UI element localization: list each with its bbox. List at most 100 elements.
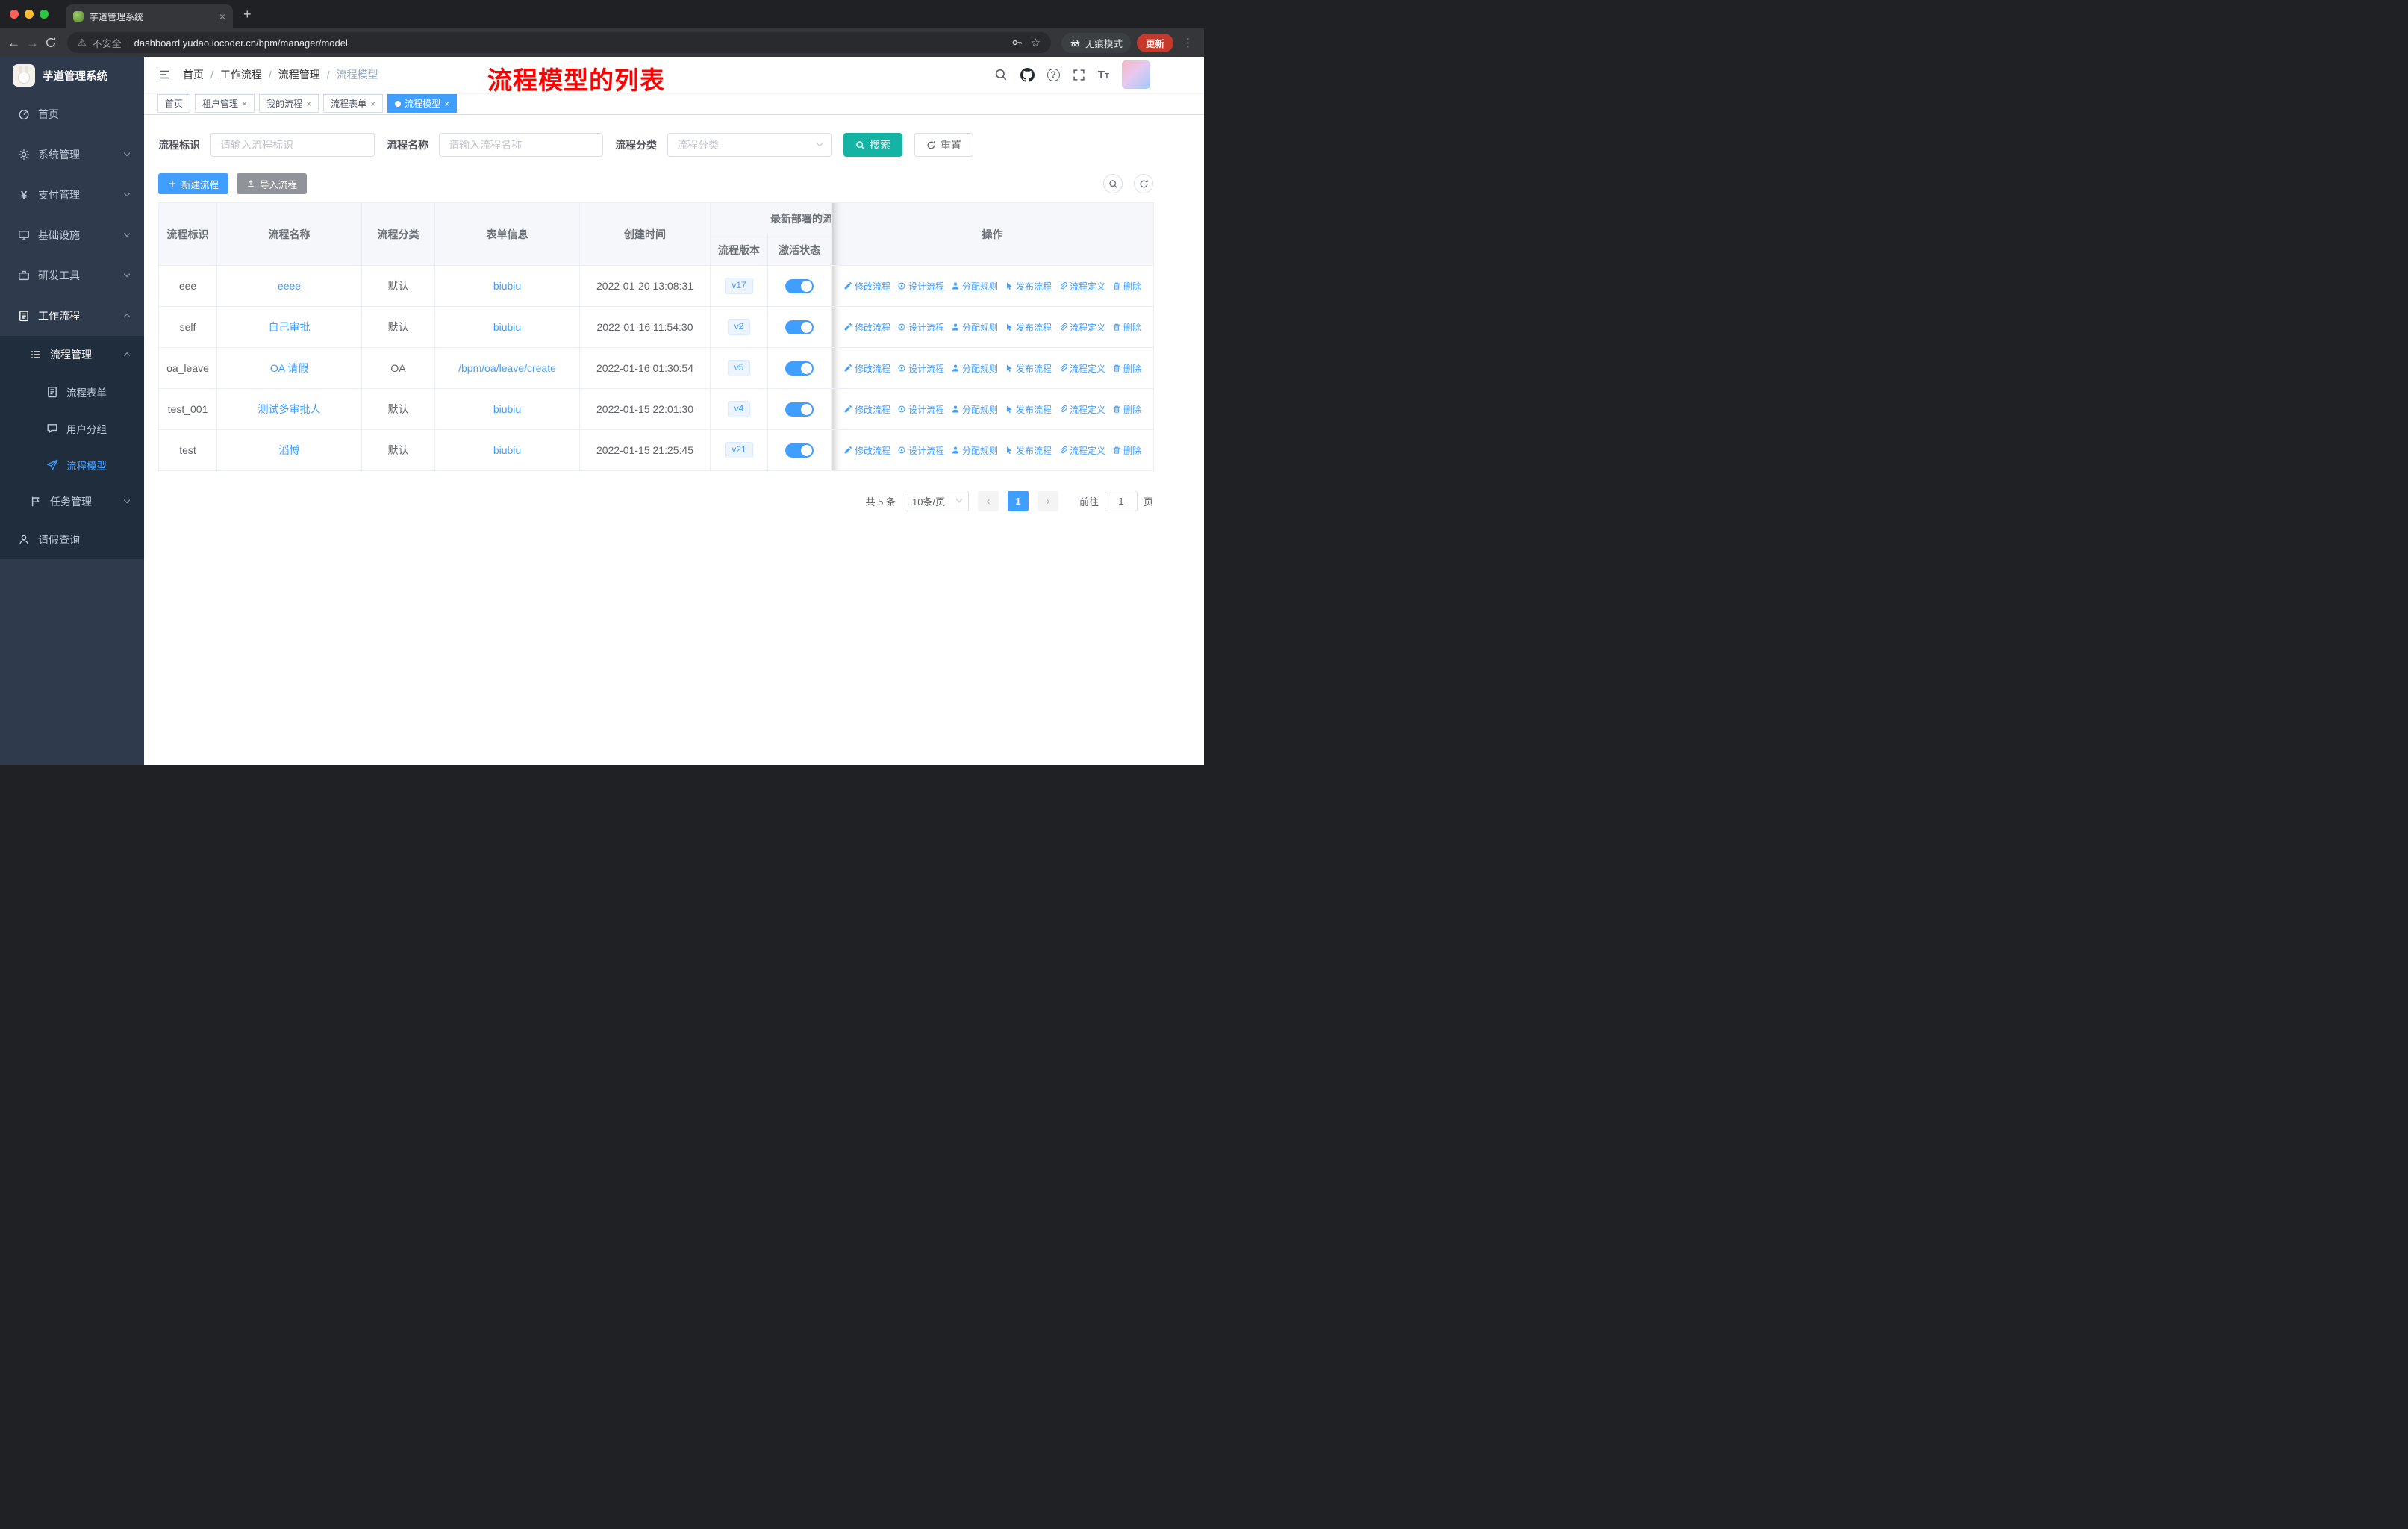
tag-home[interactable]: 首页 — [157, 94, 191, 113]
tag-close-icon[interactable]: × — [242, 99, 247, 109]
process-name-link[interactable]: 滔博 — [279, 444, 300, 456]
search-button[interactable]: 搜索 — [843, 133, 902, 157]
process-definition-link[interactable]: 流程定义 — [1058, 403, 1105, 416]
active-toggle[interactable] — [785, 443, 814, 458]
process-category-select[interactable]: 流程分类 — [667, 133, 832, 157]
sidebar-item-workflow[interactable]: 工作流程 — [0, 296, 144, 336]
tag-process-model[interactable]: 流程模型 × — [387, 94, 458, 113]
publish-process-link[interactable]: 发布流程 — [1005, 403, 1052, 416]
browser-menu-icon[interactable]: ⋮ — [1179, 36, 1197, 49]
minimize-window-button[interactable] — [25, 10, 34, 19]
sidebar-item-home[interactable]: 首页 — [0, 94, 144, 134]
sidebar-item-user-group[interactable]: 用户分组 — [0, 410, 144, 446]
active-toggle[interactable] — [785, 278, 814, 293]
process-name-link[interactable]: 自己审批 — [269, 321, 311, 333]
assign-rule-link[interactable]: 分配规则 — [951, 444, 998, 457]
form-info-link[interactable]: biubiu — [493, 321, 521, 333]
sidebar-item-process-form[interactable]: 流程表单 — [0, 373, 144, 410]
prev-page-button[interactable]: ‹ — [977, 491, 999, 511]
sidebar-item-infrastructure[interactable]: 基础设施 — [0, 215, 144, 255]
sidebar-item-process-management[interactable]: 流程管理 — [0, 336, 144, 373]
tag-close-icon[interactable]: × — [306, 99, 311, 109]
process-name-link[interactable]: eeee — [278, 280, 301, 292]
publish-process-link[interactable]: 发布流程 — [1005, 321, 1052, 334]
process-name-link[interactable]: OA 请假 — [270, 362, 308, 374]
help-icon[interactable]: ? — [1047, 68, 1060, 81]
form-info-link[interactable]: biubiu — [493, 444, 521, 456]
breadcrumb-workflow[interactable]: 工作流程 — [220, 67, 262, 82]
process-name-input[interactable] — [439, 133, 603, 157]
sidebar-item-payment[interactable]: ¥ 支付管理 — [0, 175, 144, 215]
user-avatar[interactable] — [1122, 60, 1150, 89]
process-name-link[interactable]: 测试多审批人 — [258, 403, 321, 415]
close-window-button[interactable] — [10, 10, 19, 19]
edit-process-link[interactable]: 修改流程 — [843, 280, 890, 293]
font-size-icon[interactable]: TT — [1098, 69, 1109, 81]
tag-my-process[interactable]: 我的流程 × — [259, 94, 319, 113]
reload-icon[interactable] — [45, 37, 57, 49]
delete-process-link[interactable]: 删除 — [1112, 403, 1141, 416]
import-process-button[interactable]: 导入流程 — [237, 173, 308, 194]
edit-process-link[interactable]: 修改流程 — [843, 444, 890, 457]
design-process-link[interactable]: 设计流程 — [897, 362, 944, 375]
process-key-input[interactable] — [210, 133, 375, 157]
sidebar-item-task-management[interactable]: 任务管理 — [0, 483, 144, 520]
back-icon[interactable]: ← — [7, 37, 20, 49]
new-tab-button[interactable]: + — [243, 7, 252, 21]
process-definition-link[interactable]: 流程定义 — [1058, 321, 1105, 334]
publish-process-link[interactable]: 发布流程 — [1005, 280, 1052, 293]
forward-icon[interactable]: → — [26, 37, 39, 49]
design-process-link[interactable]: 设计流程 — [897, 444, 944, 457]
form-info-link[interactable]: biubiu — [493, 280, 521, 292]
tab-close-icon[interactable]: × — [219, 10, 225, 22]
page-size-select[interactable]: 10条/页 — [904, 491, 969, 511]
active-toggle[interactable] — [785, 320, 814, 334]
bookmark-star-icon[interactable]: ☆ — [1031, 36, 1041, 49]
refresh-table-button[interactable] — [1134, 174, 1153, 193]
next-page-button[interactable]: › — [1037, 491, 1058, 511]
tag-close-icon[interactable]: × — [444, 99, 449, 109]
hamburger-icon[interactable] — [157, 69, 171, 81]
password-key-icon[interactable] — [1011, 37, 1023, 49]
delete-process-link[interactable]: 删除 — [1112, 280, 1141, 293]
process-definition-link[interactable]: 流程定义 — [1058, 362, 1105, 375]
assign-rule-link[interactable]: 分配规则 — [951, 280, 998, 293]
active-toggle[interactable] — [785, 402, 814, 417]
sidebar-item-process-model[interactable]: 流程模型 — [0, 446, 144, 483]
edit-process-link[interactable]: 修改流程 — [843, 403, 890, 416]
assign-rule-link[interactable]: 分配规则 — [951, 321, 998, 334]
delete-process-link[interactable]: 删除 — [1112, 321, 1141, 334]
zoom-window-button[interactable] — [40, 10, 49, 19]
process-definition-link[interactable]: 流程定义 — [1058, 444, 1105, 457]
assign-rule-link[interactable]: 分配规则 — [951, 362, 998, 375]
goto-page-input[interactable] — [1104, 491, 1138, 511]
browser-tab[interactable]: 芋道管理系统 × — [66, 4, 233, 28]
delete-process-link[interactable]: 删除 — [1112, 362, 1141, 375]
github-icon[interactable] — [1020, 67, 1035, 82]
design-process-link[interactable]: 设计流程 — [897, 403, 944, 416]
delete-process-link[interactable]: 删除 — [1112, 444, 1141, 457]
tag-process-form[interactable]: 流程表单 × — [323, 94, 384, 113]
search-icon[interactable] — [994, 68, 1008, 81]
edit-process-link[interactable]: 修改流程 — [843, 321, 890, 334]
process-definition-link[interactable]: 流程定义 — [1058, 280, 1105, 293]
sidebar-item-leave-query[interactable]: 请假查询 — [0, 520, 144, 559]
edit-process-link[interactable]: 修改流程 — [843, 362, 890, 375]
breadcrumb-home[interactable]: 首页 — [183, 67, 204, 82]
reset-button[interactable]: 重置 — [914, 133, 973, 157]
design-process-link[interactable]: 设计流程 — [897, 280, 944, 293]
design-process-link[interactable]: 设计流程 — [897, 321, 944, 334]
publish-process-link[interactable]: 发布流程 — [1005, 444, 1052, 457]
breadcrumb-process-management[interactable]: 流程管理 — [278, 67, 320, 82]
show-search-toggle-button[interactable] — [1103, 174, 1123, 193]
tag-close-icon[interactable]: × — [370, 99, 375, 109]
update-browser-button[interactable]: 更新 — [1136, 33, 1173, 52]
current-page-button[interactable]: 1 — [1007, 491, 1029, 511]
assign-rule-link[interactable]: 分配规则 — [951, 403, 998, 416]
sidebar-item-system[interactable]: 系统管理 — [0, 134, 144, 175]
form-info-link[interactable]: biubiu — [493, 403, 521, 415]
form-info-link[interactable]: /bpm/oa/leave/create — [458, 362, 556, 374]
publish-process-link[interactable]: 发布流程 — [1005, 362, 1052, 375]
create-process-button[interactable]: 新建流程 — [158, 173, 229, 194]
active-toggle[interactable] — [785, 361, 814, 376]
